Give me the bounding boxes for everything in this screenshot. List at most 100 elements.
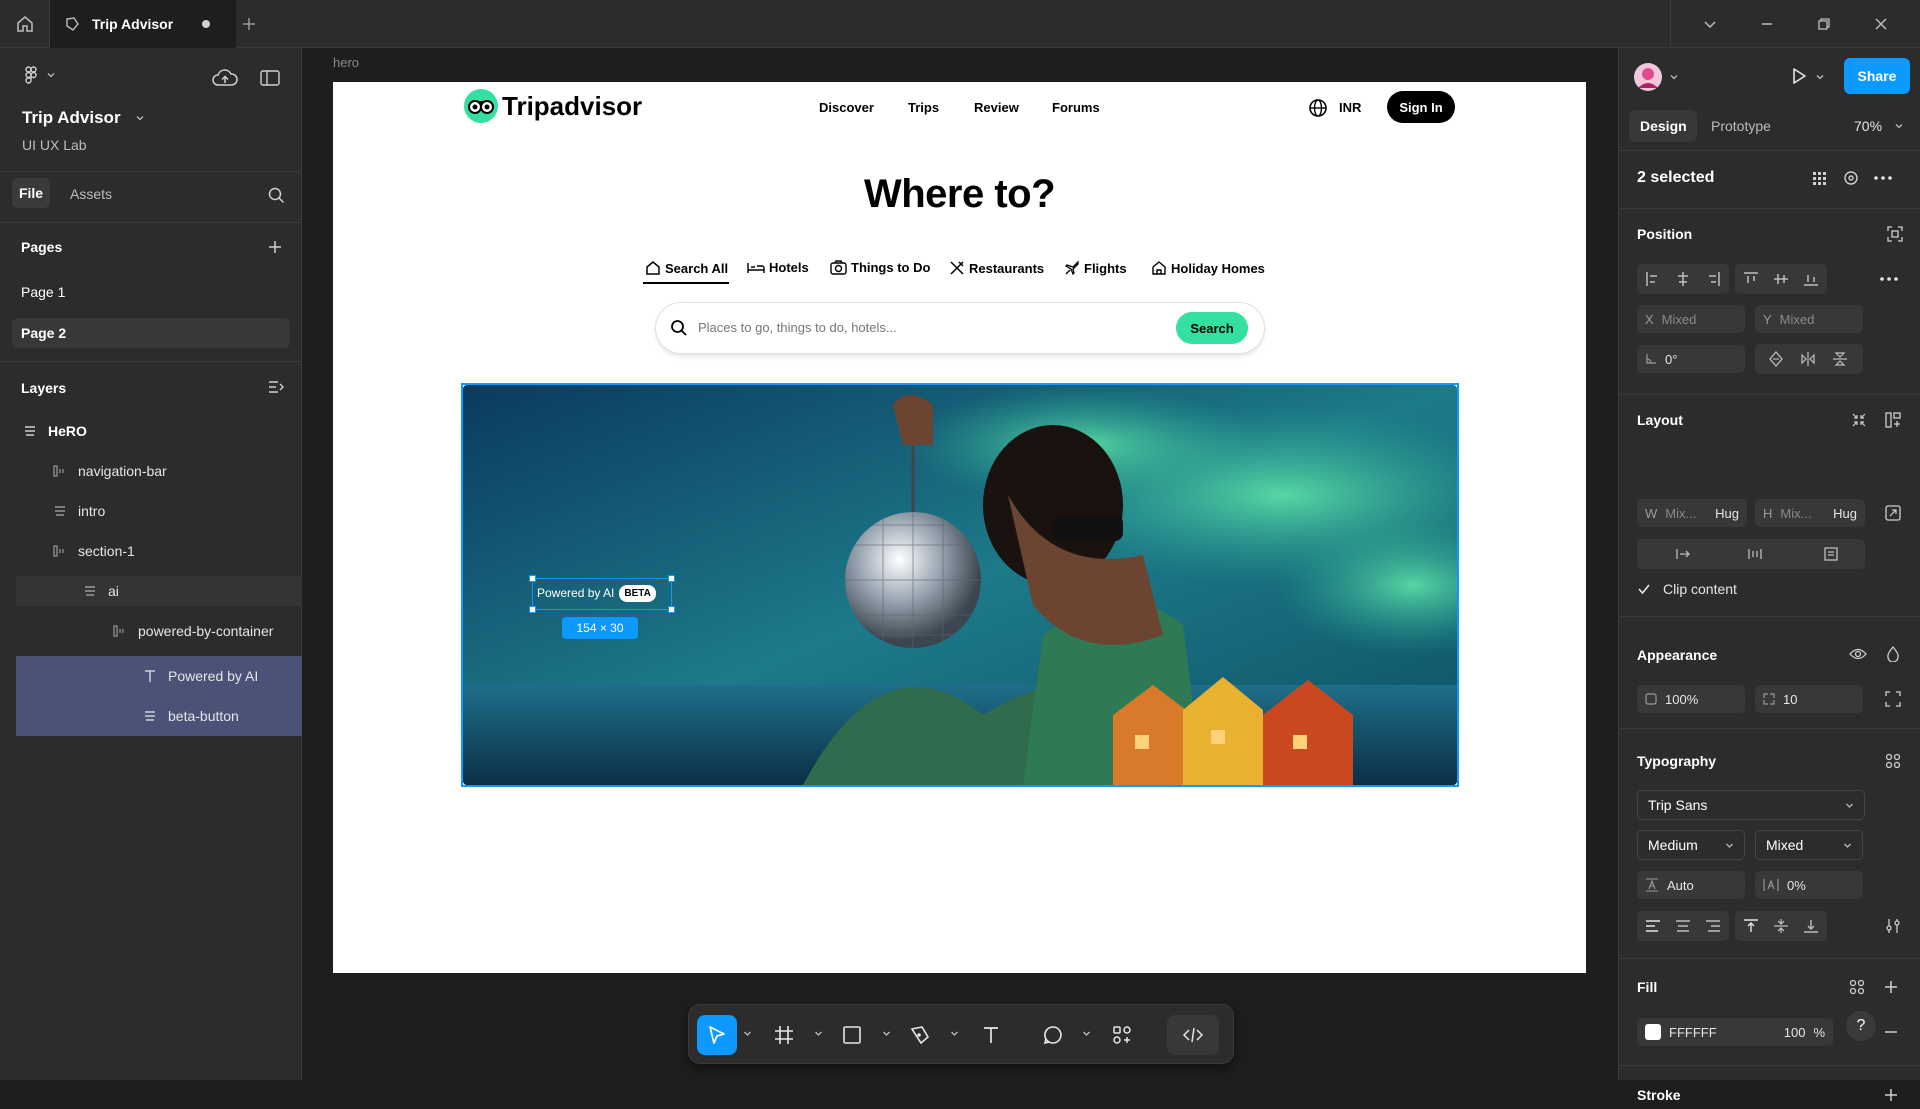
currency-selector[interactable]: INR [1339,100,1361,115]
text-align-center-icon[interactable] [1669,912,1697,940]
align-text-middle-icon[interactable] [1767,912,1795,940]
height-field[interactable]: H Mix... Hug [1755,499,1865,527]
text-tool[interactable] [974,1015,1008,1055]
file-tab[interactable]: Trip Advisor [50,0,236,48]
more-icon[interactable] [1869,164,1897,192]
chevron-down-icon[interactable] [882,1029,891,1038]
tab-restaurants[interactable]: Restaurants [949,260,1044,276]
page-item-active[interactable]: Page 2 [12,318,290,348]
eye-icon[interactable] [1844,640,1872,668]
help-button[interactable]: ? [1846,1011,1876,1041]
flip-vertical-icon[interactable] [1826,345,1854,373]
fill-styles-icon[interactable] [1843,973,1871,1001]
home-button[interactable] [0,0,50,48]
resize-handle[interactable] [668,575,675,582]
nav-discover[interactable]: Discover [819,100,874,115]
globe-icon[interactable] [1308,98,1328,118]
tab-assets[interactable]: Assets [70,186,112,202]
user-menu[interactable] [1633,62,1679,92]
independent-corners-icon[interactable] [1879,685,1907,713]
collapse-icon[interactable] [1845,406,1873,434]
dev-mode-toggle[interactable] [1167,1015,1219,1055]
text-align-left-icon[interactable] [1639,912,1667,940]
tab-design[interactable]: Design [1640,118,1687,134]
pen-tool[interactable] [903,1015,937,1055]
font-size-dropdown[interactable]: Mixed [1755,830,1863,860]
flow-horizontal-icon[interactable] [1669,540,1697,568]
page-item[interactable]: Page 1 [12,277,290,307]
sign-in-button[interactable]: Sign In [1387,91,1455,123]
chevron-down-icon[interactable] [743,1029,752,1038]
layer-intro[interactable]: intro [16,496,302,526]
rotate-icon[interactable] [1762,345,1790,373]
move-tool[interactable] [697,1015,737,1055]
more-icon[interactable] [1875,265,1903,293]
search-button[interactable]: Search [1176,312,1248,344]
fill-color-field[interactable]: FFFFFF 100 % [1637,1018,1833,1046]
text-align-right-icon[interactable] [1699,912,1727,940]
align-center-icon[interactable] [1669,265,1697,293]
layer-hero[interactable]: HeRO [16,416,302,446]
comment-tool[interactable] [1036,1015,1070,1055]
type-settings-icon[interactable] [1879,912,1907,940]
corner-radius-field[interactable]: 10 [1755,685,1863,713]
tab-things-to-do[interactable]: Things to Do [830,260,930,275]
align-items-icon[interactable] [1741,540,1769,568]
width-field[interactable]: W Mix... Hug [1637,499,1747,527]
present-play-icon[interactable] [1789,66,1809,86]
align-middle-icon[interactable] [1767,265,1795,293]
align-text-bottom-icon[interactable] [1797,912,1825,940]
tab-flights[interactable]: Flights [1064,260,1127,276]
chevron-down-icon[interactable] [950,1029,959,1038]
zoom-level[interactable]: 70% [1854,118,1882,134]
tab-search-all[interactable]: Search All [645,260,728,276]
font-family-dropdown[interactable]: Trip Sans [1637,790,1865,820]
frame-label[interactable]: hero [333,55,359,70]
chevron-down-icon[interactable] [814,1029,823,1038]
new-tab-button[interactable] [236,0,262,48]
color-swatch[interactable] [1645,1024,1661,1040]
frame-tool[interactable] [767,1015,801,1055]
flip-horizontal-icon[interactable] [1794,345,1822,373]
close-icon[interactable] [1874,17,1888,31]
project-title[interactable]: Trip Advisor [22,108,145,128]
layer-ai[interactable]: ai [16,576,302,606]
chevron-down-icon[interactable] [1703,17,1717,31]
rotation-field[interactable]: 0° [1637,345,1745,373]
layer-beta-button[interactable]: beta-button [16,696,302,736]
layer-powered-by-container[interactable]: powered-by-container [16,616,302,646]
tab-holiday-homes[interactable]: Holiday Homes [1151,260,1265,276]
opacity-field[interactable]: 100% [1637,685,1745,713]
align-top-icon[interactable] [1737,265,1765,293]
align-right-icon[interactable] [1699,265,1727,293]
main-menu-button[interactable] [22,66,56,84]
align-left-icon[interactable] [1639,265,1667,293]
upload-cloud-icon[interactable] [212,68,238,88]
resize-handle[interactable] [529,575,536,582]
align-text-top-icon[interactable] [1737,912,1765,940]
layer-powered-by-ai[interactable]: Powered by AI [16,656,302,696]
resize-handle[interactable] [668,606,675,613]
letter-spacing-field[interactable]: 0% [1755,871,1863,899]
align-bottom-icon[interactable] [1797,265,1825,293]
actions-tool[interactable] [1105,1015,1139,1055]
search-icon[interactable] [268,187,285,204]
add-page-icon[interactable] [268,240,282,254]
tab-file[interactable]: File [12,178,50,208]
hero-frame[interactable]: Tripadvisor Discover Trips Review Forums… [333,82,1586,973]
resize-constraints-icon[interactable] [1879,499,1907,527]
toggle-sidebar-icon[interactable] [260,70,280,86]
sizing-mode[interactable]: Hug [1833,506,1857,521]
font-weight-dropdown[interactable]: Medium [1637,830,1745,860]
position-frame-icon[interactable] [1881,220,1909,248]
layout-grid-icon[interactable] [1879,406,1907,434]
rectangle-tool[interactable] [835,1015,869,1055]
resize-handle[interactable] [529,606,536,613]
text-styles-icon[interactable] [1879,747,1907,775]
minimize-icon[interactable] [1760,17,1774,31]
y-position-field[interactable]: Y Mixed [1755,305,1863,333]
share-button[interactable]: Share [1844,58,1910,94]
grid-icon[interactable] [1805,164,1833,192]
layer-section-1[interactable]: section-1 [16,536,302,566]
chevron-down-icon[interactable] [1894,121,1904,131]
